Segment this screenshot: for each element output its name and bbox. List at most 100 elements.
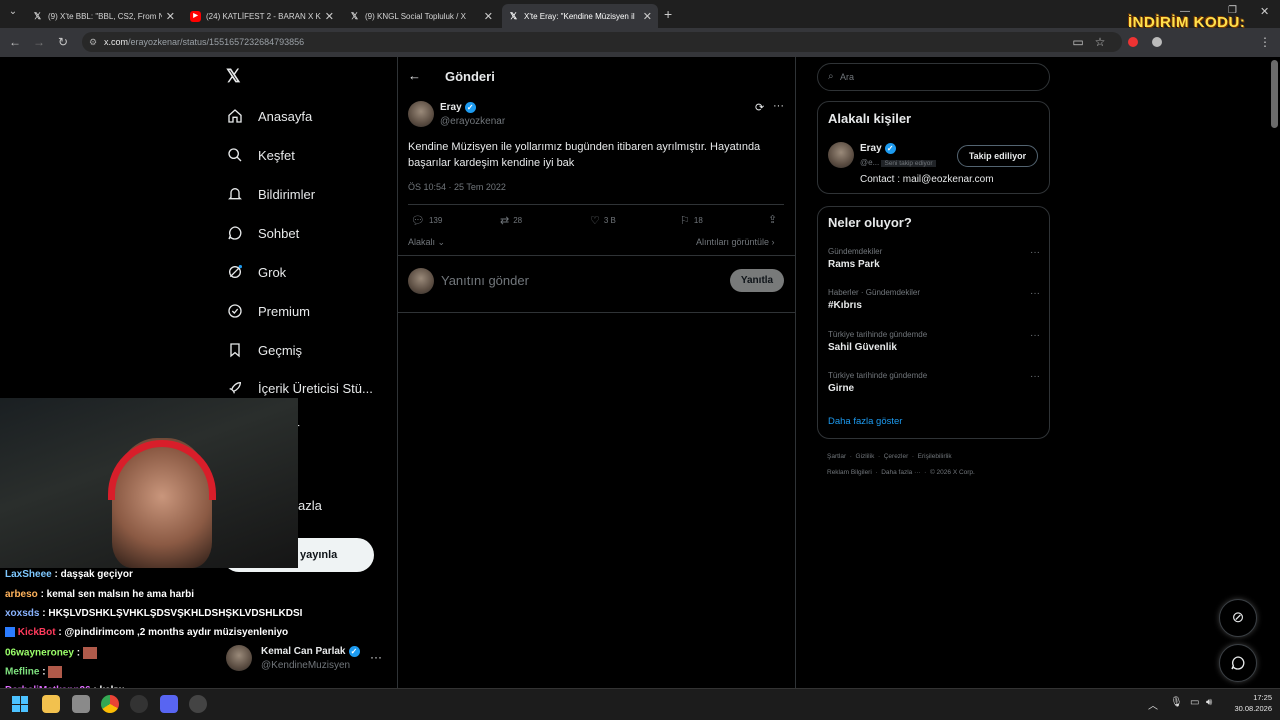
maximize-icon[interactable]: ❐ <box>1228 5 1237 16</box>
sidebar-item-chat[interactable]: Sohbet <box>226 218 299 248</box>
back-arrow-icon[interactable]: ← <box>7 34 23 50</box>
app-icon[interactable] <box>72 695 90 713</box>
footer-link[interactable]: Çerezler <box>884 453 909 460</box>
sidebar-item-premium[interactable]: Premium <box>226 296 310 326</box>
avatar[interactable] <box>408 101 434 127</box>
browser-tab[interactable]: 𝕏 (9) KNGL Social Topluluk / X ✕ <box>343 4 499 28</box>
reply-button[interactable]: 💬︎ 139 <box>411 214 442 227</box>
back-arrow-icon[interactable]: ← <box>408 68 421 83</box>
sidebar-item-grok[interactable]: Grok <box>226 257 286 287</box>
chat-user: LaxSheee <box>5 569 52 580</box>
chrome-icon[interactable] <box>101 695 119 713</box>
repost-button[interactable]: ⇄ 28 <box>500 214 522 227</box>
browser-tab[interactable]: 𝕏 (9) X'te BBL: "BBL, CS2, From N ✕ <box>26 4 181 28</box>
more-options-icon[interactable]: ··· <box>773 100 784 112</box>
close-tab-icon[interactable]: ✕ <box>484 10 493 23</box>
view-quotes-link[interactable]: Alıntıları görüntüle › <box>696 237 775 247</box>
cast-icon[interactable]: ▭ <box>1070 34 1086 50</box>
like-button[interactable]: ♡ 3 B <box>590 214 616 227</box>
sidebar-item-more[interactable]: azla <box>298 490 322 520</box>
browser-menu-icon[interactable]: ⋮ <box>1257 34 1273 50</box>
more-options-icon[interactable]: ··· <box>1030 247 1040 258</box>
grok-icon[interactable]: ⟳ <box>755 101 764 114</box>
x-logo-icon[interactable]: 𝕏 <box>226 66 246 86</box>
extension-icon[interactable] <box>1152 37 1162 47</box>
network-icon[interactable]: ▭ <box>1190 697 1199 708</box>
reload-icon[interactable]: ↻ <box>55 34 71 50</box>
more-options-icon[interactable]: ··· <box>1030 371 1040 382</box>
reply-input[interactable]: Yanıtını gönder <box>441 273 529 288</box>
trend-item[interactable]: Türkiye tarihinde gündemde Girne ··· <box>828 371 1040 394</box>
browser-tab[interactable]: ▶ (24) KATLİFEST 2 - BARAN X KA ✕ <box>184 4 340 28</box>
trend-name: #Kıbrıs <box>828 300 862 311</box>
trend-category: Haberler · Gündemdekiler <box>828 288 921 297</box>
steam-icon[interactable] <box>189 695 207 713</box>
search-icon: ⌕ <box>828 71 834 82</box>
reply-submit-button[interactable]: Yanıtla <box>730 269 784 292</box>
discord-icon[interactable] <box>160 695 178 713</box>
related-name[interactable]: Eray ✓ <box>860 143 896 154</box>
footer-links: Şartlar · Gizlilik · Çerezler · Erişileb… <box>827 453 952 460</box>
tray-chevron-icon[interactable]: ︿ <box>1148 697 1158 712</box>
extension-icon[interactable] <box>1128 37 1138 47</box>
bookmark-star-icon[interactable]: ☆ <box>1092 34 1108 50</box>
footer-link[interactable]: Daha fazla ··· <box>881 469 920 476</box>
footer-link[interactable]: Şartlar <box>827 453 846 460</box>
post-handle[interactable]: @erayozkenar <box>440 116 505 127</box>
more-options-icon[interactable]: ··· <box>1030 288 1040 299</box>
sidebar-item-label: azla <box>298 497 322 513</box>
new-tab-icon[interactable]: + <box>664 6 672 22</box>
volume-icon[interactable]: 🔊︎ <box>1206 697 1212 708</box>
forward-arrow-icon[interactable]: → <box>31 34 47 50</box>
close-window-icon[interactable]: ✕ <box>1260 5 1269 18</box>
trend-item[interactable]: Gündemdekiler Rams Park ··· <box>828 247 1040 270</box>
scrollbar-thumb[interactable] <box>1271 60 1278 128</box>
sidebar-item-explore[interactable]: Keşfet <box>226 140 295 170</box>
sort-dropdown[interactable]: Alakalı ⌄ <box>408 237 445 248</box>
microphone-icon[interactable]: 🎙︎ <box>1170 697 1183 708</box>
footer-link[interactable]: Erişilebilirlik <box>918 453 952 460</box>
minimize-icon[interactable]: — <box>1180 6 1190 17</box>
address-bar[interactable]: ⚙ x.com/erayozkenar/status/1551657232684… <box>82 32 1122 52</box>
footer-link[interactable]: Reklam Bilgileri <box>827 469 872 476</box>
show-more-link[interactable]: Daha fazla göster <box>828 416 902 427</box>
start-menu-icon[interactable] <box>12 696 28 712</box>
search-placeholder: Ara <box>840 72 855 82</box>
system-clock[interactable]: 17:25 30.08.2026 <box>1228 692 1272 714</box>
sidebar-item-home[interactable]: Anasayfa <box>226 101 312 131</box>
sidebar-item-bookmarks[interactable]: Geçmiş <box>226 335 302 365</box>
trend-item[interactable]: Haberler · Gündemdekiler #Kıbrıs ··· <box>828 288 1040 311</box>
browser-tab-active[interactable]: 𝕏 X'te Eray: "Kendine Müzisyen il ✕ <box>502 4 658 28</box>
close-tab-icon[interactable]: ✕ <box>166 10 175 23</box>
file-explorer-icon[interactable] <box>42 695 60 713</box>
trend-name: Sahil Güvenlik <box>828 342 897 353</box>
trend-name: Girne <box>828 383 855 394</box>
related-bio: Contact : mail@eozkenar.com <box>860 174 994 185</box>
tab-strip-menu-icon[interactable]: ⌄ <box>6 6 20 20</box>
chat-text: : <box>42 666 46 678</box>
sidebar-item-notifications[interactable]: Bildirimler <box>226 179 315 209</box>
webcam-overlay <box>0 398 298 568</box>
chat-text: : HKŞLVDSHKLŞVHKLŞDSVŞKHLDSHŞKLVDSHLKDSI <box>42 608 303 619</box>
bookmark-icon: ⚐ <box>680 215 690 227</box>
close-tab-icon[interactable]: ✕ <box>325 10 334 23</box>
close-tab-icon[interactable]: ✕ <box>643 10 652 23</box>
obs-icon[interactable] <box>130 695 148 713</box>
messages-floating-button[interactable] <box>1219 644 1257 682</box>
bookmark-button[interactable]: ⚐ 18 <box>680 214 703 227</box>
site-info-icon[interactable]: ⚙ <box>89 32 97 52</box>
post-author[interactable]: Eray ✓ <box>440 102 476 113</box>
more-options-icon[interactable]: ··· <box>1030 330 1040 341</box>
following-button[interactable]: Takip ediliyor <box>957 145 1038 167</box>
chat-user: KickBot <box>17 627 56 638</box>
avatar[interactable] <box>828 142 854 168</box>
trend-item[interactable]: Türkiye tarihinde gündemde Sahil Güvenli… <box>828 330 1040 353</box>
search-input[interactable]: ⌕ Ara <box>817 63 1050 91</box>
share-button[interactable]: ⇪ <box>768 213 777 226</box>
chat-user: arbeso <box>5 589 38 600</box>
avatar[interactable] <box>226 645 252 671</box>
footer-link[interactable]: Gizlilik <box>856 453 875 460</box>
account-menu-icon[interactable]: ··· <box>370 650 382 664</box>
grok-floating-button[interactable]: ⊘ <box>1219 599 1257 637</box>
post-timestamp[interactable]: ÖS 10:54 · 25 Tem 2022 <box>408 182 506 192</box>
